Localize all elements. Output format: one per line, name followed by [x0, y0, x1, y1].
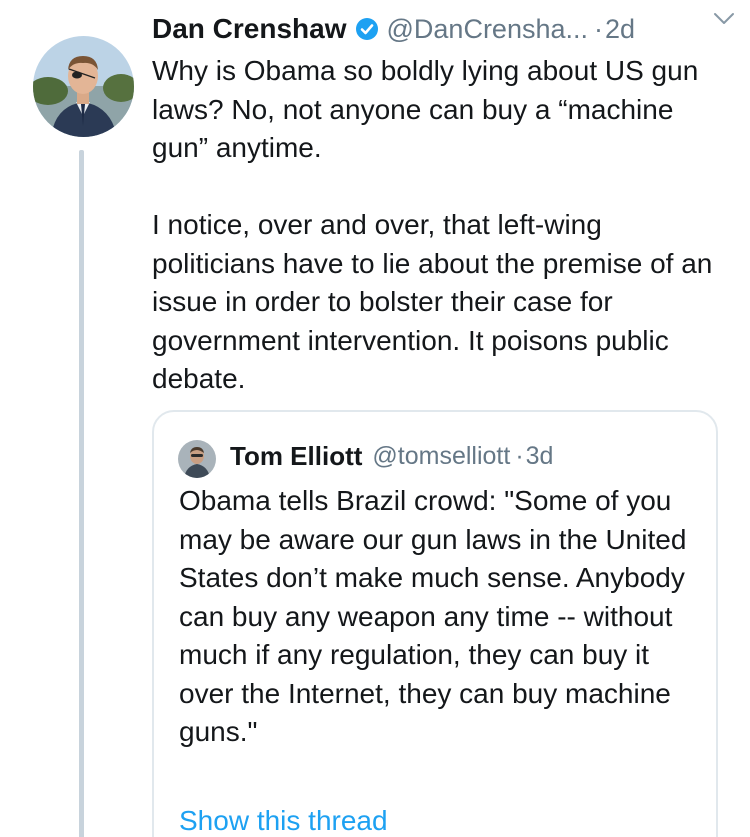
- tweet-timestamp[interactable]: 2d: [605, 14, 635, 45]
- quoted-separator-dot: ·: [515, 441, 524, 470]
- tweet-header: Dan Crenshaw @DanCrensha... · 2d: [152, 8, 742, 50]
- quoted-tweet-header: Tom Elliott @tomselliott · 3d: [230, 436, 553, 476]
- verified-badge-icon: [355, 17, 379, 41]
- thread-connector-line: [79, 150, 84, 837]
- tweet-text: Why is Obama so boldly lying about US gu…: [152, 55, 713, 394]
- quoted-author-handle[interactable]: @tomselliott: [372, 442, 510, 471]
- quoted-author-name[interactable]: Tom Elliott: [230, 441, 362, 472]
- chevron-down-icon[interactable]: [712, 10, 736, 26]
- quoted-tweet-text: Obama tells Brazil crowd: "Some of you m…: [179, 485, 687, 747]
- author-name[interactable]: Dan Crenshaw: [152, 13, 347, 45]
- separator-dot: ·: [594, 13, 603, 44]
- quoted-tweet-timestamp[interactable]: 3d: [526, 442, 554, 471]
- quoted-author-avatar[interactable]: [178, 440, 216, 478]
- show-thread-link[interactable]: Show this thread: [179, 802, 388, 837]
- quoted-tweet-card[interactable]: Tom Elliott @tomselliott · 3d Obama tell…: [152, 410, 718, 837]
- author-handle[interactable]: @DanCrensha...: [387, 14, 589, 45]
- author-avatar[interactable]: [33, 36, 134, 137]
